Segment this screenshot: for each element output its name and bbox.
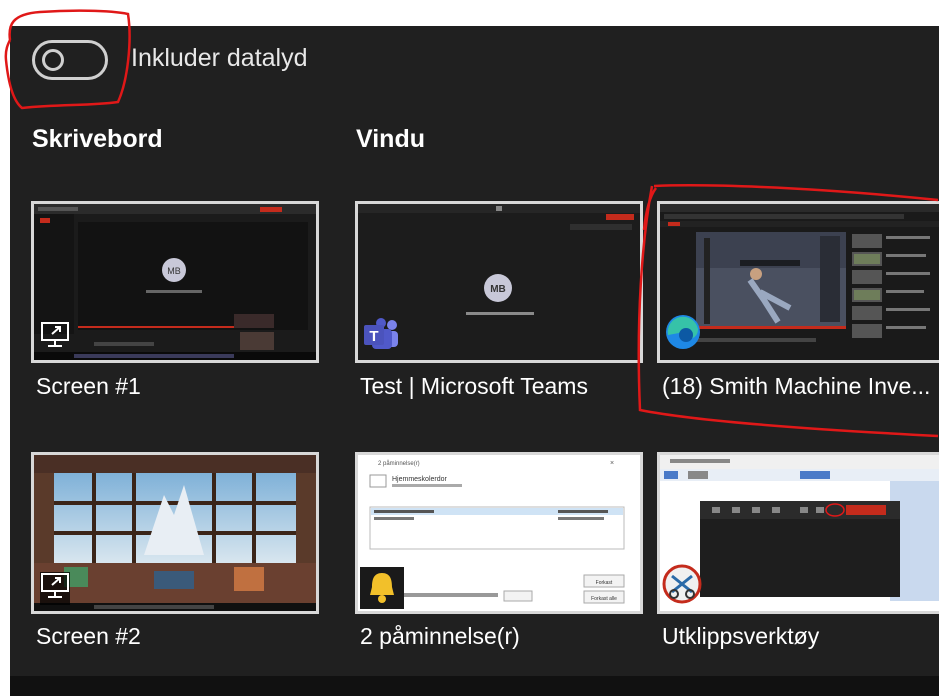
- teams-window-thumbnail[interactable]: MB T: [355, 201, 643, 363]
- edge-window-thumbnail[interactable]: [657, 201, 939, 363]
- snipping-tool-label: Utklippsverktøy: [662, 623, 820, 649]
- screen-1-label: Screen #1: [36, 373, 141, 399]
- screen-2-preview: [34, 455, 316, 611]
- bell-icon: [360, 567, 404, 609]
- window-section-heading: Vindu: [356, 125, 425, 153]
- desktop-section-heading: Skrivebord: [32, 125, 163, 153]
- share-screen-dialog: Inkluder datalyd Skrivebord Vindu MB Scr…: [10, 26, 939, 696]
- reminder-preview-title: 2 påminnelse(r): [378, 460, 420, 467]
- edge-window-label: (18) Smith Machine Inve...: [662, 373, 931, 399]
- svg-text:×: ×: [610, 460, 614, 467]
- snipping-tool-icon: [662, 564, 702, 609]
- reminder-preview-item: Hjemmeskolerdor: [392, 476, 448, 483]
- snipping-tool-thumbnail[interactable]: [657, 452, 939, 614]
- screen-2-thumbnail[interactable]: [31, 452, 319, 614]
- svg-text:T: T: [369, 328, 378, 345]
- screen-1-thumbnail[interactable]: MB: [31, 201, 319, 363]
- include-system-audio-label: Inkluder datalyd: [131, 44, 308, 72]
- teams-window-preview: MB: [358, 204, 640, 360]
- edge-icon: [664, 313, 702, 356]
- screen-1-preview: MB: [34, 204, 316, 360]
- monitor-share-icon: [40, 572, 70, 605]
- monitor-share-icon: [40, 321, 70, 354]
- reminder-window-label: 2 påminnelse(r): [360, 623, 520, 649]
- screen-2-label: Screen #2: [36, 623, 141, 649]
- svg-text:MB: MB: [490, 284, 506, 295]
- reminder-preview-dismiss: Forkast: [596, 580, 613, 586]
- dialog-footer: [10, 676, 939, 696]
- teams-icon: T: [362, 317, 400, 356]
- include-system-audio-toggle[interactable]: [32, 40, 108, 80]
- reminder-window-thumbnail[interactable]: 2 påminnelse(r) × Hjemmeskolerdor Forkas…: [355, 452, 643, 614]
- teams-window-label: Test | Microsoft Teams: [360, 373, 588, 399]
- reminder-preview-snooze: Forkast alle: [591, 596, 617, 602]
- svg-text:MB: MB: [167, 266, 181, 276]
- toggle-knob: [42, 49, 64, 71]
